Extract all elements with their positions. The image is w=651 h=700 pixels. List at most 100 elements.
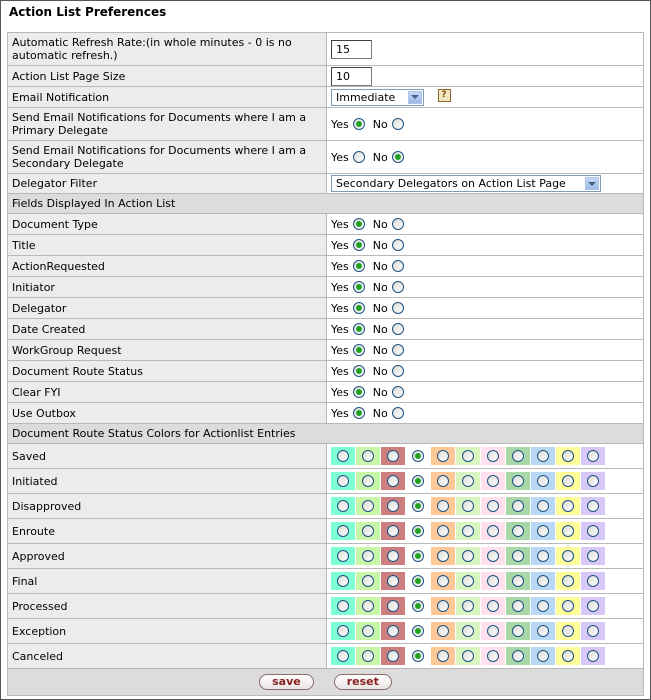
color-radio[interactable] bbox=[512, 450, 524, 462]
field-no-radio[interactable] bbox=[391, 407, 404, 419]
field-yes-radio[interactable] bbox=[352, 260, 365, 272]
color-radio[interactable] bbox=[362, 600, 374, 612]
color-radio[interactable] bbox=[587, 450, 599, 462]
color-radio[interactable] bbox=[337, 650, 349, 662]
color-radio[interactable] bbox=[462, 475, 474, 487]
color-radio[interactable] bbox=[362, 525, 374, 537]
field-yes-radio[interactable] bbox=[352, 302, 365, 314]
color-radio[interactable] bbox=[437, 625, 449, 637]
color-radio[interactable] bbox=[337, 525, 349, 537]
color-radio[interactable] bbox=[512, 650, 524, 662]
color-radio[interactable] bbox=[587, 550, 599, 562]
color-radio[interactable] bbox=[487, 575, 499, 587]
color-radio[interactable] bbox=[412, 550, 424, 562]
color-radio[interactable] bbox=[537, 600, 549, 612]
color-radio[interactable] bbox=[362, 475, 374, 487]
color-radio[interactable] bbox=[587, 525, 599, 537]
color-radio[interactable] bbox=[462, 500, 474, 512]
color-radio[interactable] bbox=[437, 575, 449, 587]
color-radio[interactable] bbox=[437, 475, 449, 487]
field-no-radio[interactable] bbox=[391, 323, 404, 335]
color-radio[interactable] bbox=[587, 625, 599, 637]
refresh-rate-input[interactable]: 15 bbox=[331, 39, 372, 59]
secondary-delegate-yes-radio[interactable] bbox=[352, 151, 365, 163]
color-radio[interactable] bbox=[362, 550, 374, 562]
color-radio[interactable] bbox=[487, 525, 499, 537]
color-radio[interactable] bbox=[412, 650, 424, 662]
color-radio[interactable] bbox=[362, 625, 374, 637]
color-radio[interactable] bbox=[437, 450, 449, 462]
color-radio[interactable] bbox=[512, 625, 524, 637]
color-radio[interactable] bbox=[537, 650, 549, 662]
color-radio[interactable] bbox=[562, 650, 574, 662]
color-radio[interactable] bbox=[362, 450, 374, 462]
field-yes-radio[interactable] bbox=[352, 218, 365, 230]
color-radio[interactable] bbox=[412, 525, 424, 537]
color-radio[interactable] bbox=[512, 575, 524, 587]
color-radio[interactable] bbox=[537, 575, 549, 587]
color-radio[interactable] bbox=[462, 575, 474, 587]
field-no-radio[interactable] bbox=[391, 218, 404, 230]
color-radio[interactable] bbox=[387, 600, 399, 612]
color-radio[interactable] bbox=[587, 600, 599, 612]
color-radio[interactable] bbox=[487, 550, 499, 562]
color-radio[interactable] bbox=[537, 450, 549, 462]
color-radio[interactable] bbox=[387, 475, 399, 487]
color-radio[interactable] bbox=[462, 525, 474, 537]
color-radio[interactable] bbox=[512, 600, 524, 612]
color-radio[interactable] bbox=[562, 525, 574, 537]
color-radio[interactable] bbox=[362, 650, 374, 662]
field-yes-radio[interactable] bbox=[352, 323, 365, 335]
help-icon[interactable]: ? bbox=[437, 88, 451, 102]
color-radio[interactable] bbox=[387, 450, 399, 462]
color-radio[interactable] bbox=[437, 500, 449, 512]
color-radio[interactable] bbox=[487, 500, 499, 512]
field-no-radio[interactable] bbox=[391, 344, 404, 356]
color-radio[interactable] bbox=[587, 575, 599, 587]
color-radio[interactable] bbox=[387, 525, 399, 537]
color-radio[interactable] bbox=[412, 475, 424, 487]
color-radio[interactable] bbox=[387, 650, 399, 662]
field-no-radio[interactable] bbox=[391, 281, 404, 293]
color-radio[interactable] bbox=[512, 500, 524, 512]
color-radio[interactable] bbox=[462, 650, 474, 662]
color-radio[interactable] bbox=[562, 550, 574, 562]
color-radio[interactable] bbox=[437, 600, 449, 612]
color-radio[interactable] bbox=[537, 475, 549, 487]
color-radio[interactable] bbox=[412, 450, 424, 462]
color-radio[interactable] bbox=[412, 600, 424, 612]
secondary-delegate-no-radio[interactable] bbox=[391, 151, 404, 163]
color-radio[interactable] bbox=[587, 500, 599, 512]
color-radio[interactable] bbox=[337, 625, 349, 637]
color-radio[interactable] bbox=[387, 625, 399, 637]
color-radio[interactable] bbox=[462, 450, 474, 462]
delegator-filter-select[interactable]: Secondary Delegators on Action List Page bbox=[331, 175, 601, 192]
field-no-radio[interactable] bbox=[391, 302, 404, 314]
color-radio[interactable] bbox=[337, 600, 349, 612]
color-radio[interactable] bbox=[587, 650, 599, 662]
color-radio[interactable] bbox=[337, 575, 349, 587]
field-yes-radio[interactable] bbox=[352, 239, 365, 251]
color-radio[interactable] bbox=[562, 450, 574, 462]
reset-button[interactable]: reset bbox=[333, 674, 392, 690]
primary-delegate-yes-radio[interactable] bbox=[352, 118, 365, 130]
color-radio[interactable] bbox=[462, 625, 474, 637]
save-button[interactable]: save bbox=[259, 674, 314, 690]
color-radio[interactable] bbox=[512, 550, 524, 562]
field-yes-radio[interactable] bbox=[352, 344, 365, 356]
color-radio[interactable] bbox=[362, 575, 374, 587]
color-radio[interactable] bbox=[562, 575, 574, 587]
color-radio[interactable] bbox=[537, 525, 549, 537]
field-yes-radio[interactable] bbox=[352, 365, 365, 377]
color-radio[interactable] bbox=[537, 500, 549, 512]
color-radio[interactable] bbox=[537, 550, 549, 562]
field-yes-radio[interactable] bbox=[352, 386, 365, 398]
color-radio[interactable] bbox=[362, 500, 374, 512]
color-radio[interactable] bbox=[412, 500, 424, 512]
field-no-radio[interactable] bbox=[391, 386, 404, 398]
color-radio[interactable] bbox=[387, 500, 399, 512]
color-radio[interactable] bbox=[487, 600, 499, 612]
color-radio[interactable] bbox=[562, 625, 574, 637]
color-radio[interactable] bbox=[562, 475, 574, 487]
color-radio[interactable] bbox=[487, 625, 499, 637]
